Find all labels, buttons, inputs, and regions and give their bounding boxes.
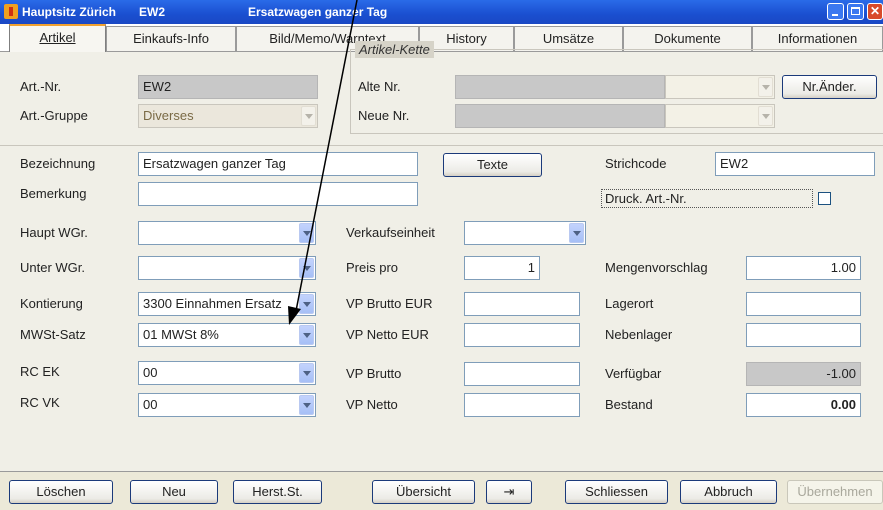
mwst-value: 01 MWSt 8% [143,327,219,342]
title-bar[interactable]: Hauptsitz Zürich EW2 Ersatzwagen ganzer … [0,0,883,24]
alte-nr-field [455,75,665,99]
neue-nr-select [665,104,775,128]
label-mwst-satz: MWSt-Satz [20,327,86,342]
mwst-satz-select[interactable]: 01 MWSt 8% [138,323,316,347]
label-vp-netto: VP Netto [346,397,398,412]
label-rc-vk: RC VK [20,395,60,410]
neu-button[interactable]: Neu [130,480,218,504]
label-druck-art-nr: Druck. Art.-Nr. [605,191,687,206]
art-gruppe-value: Diverses [143,108,194,123]
verkaufseinheit-select[interactable] [464,221,586,245]
label-alte-nr: Alte Nr. [358,79,401,94]
bemerkung-input[interactable] [138,182,418,206]
label-bezeichnung: Bezeichnung [20,156,96,171]
close-icon[interactable] [867,3,883,20]
artikel-kette-title: Artikel-Kette [355,41,434,58]
label-kontierung: Kontierung [20,296,83,311]
preis-pro-input[interactable]: 1 [464,256,540,280]
label-preis-pro: Preis pro [346,260,399,275]
neue-nr-field [455,104,665,128]
pin-button[interactable]: ⇥ [486,480,532,504]
bestand-field: 0.00 [746,393,861,417]
texte-button[interactable]: Texte [443,153,542,177]
label-verkaufseinheit: Verkaufseinheit [346,225,435,240]
chevron-down-icon [299,258,314,278]
label-rc-ek: RC EK [20,364,60,379]
title-location: Hauptsitz Zürich [22,5,117,19]
herst-st-button[interactable]: Herst.St. [233,480,322,504]
article-window: Artikel Einkaufs-Info Bild/Memo/Warntext… [0,24,883,510]
chevron-down-icon [299,223,314,243]
label-vp-brutto-eur: VP Brutto EUR [346,296,433,311]
vp-brutto-input[interactable] [464,362,580,386]
chevron-down-icon [299,294,314,314]
vp-brutto-eur-input[interactable] [464,292,580,316]
kontierung-select[interactable]: 3300 Einnahmen Ersatz [138,292,316,316]
mengenvorschlag-input[interactable]: 1.00 [746,256,861,280]
chevron-down-icon [299,363,314,383]
label-lagerort: Lagerort [605,296,654,311]
chevron-down-icon [301,106,316,126]
label-neue-nr: Neue Nr. [358,108,410,123]
art-gruppe-select: Diverses [138,104,318,128]
tab-strip: Artikel Einkaufs-Info Bild/Memo/Warntext… [0,24,883,52]
label-vp-brutto: VP Brutto [346,366,402,381]
rc-vk-select[interactable]: 00 [138,393,316,417]
chevron-down-icon [569,223,584,243]
label-haupt-wgr: Haupt WGr. [20,225,88,240]
verfuegbar-field: -1.00 [746,362,861,386]
tab-dokumente[interactable]: Dokumente [623,26,752,51]
art-nr-field: EW2 [138,75,318,99]
kontierung-value: 3300 Einnahmen Ersatz [143,296,282,311]
maximize-icon[interactable] [847,3,864,20]
label-strichcode: Strichcode [605,156,667,171]
title-article-number: EW2 [139,5,166,19]
label-vp-netto-eur: VP Netto EUR [346,327,429,342]
chevron-down-icon [758,77,773,97]
label-bemerkung: Bemerkung [20,186,87,201]
strichcode-input[interactable]: EW2 [715,152,875,176]
schliessen-button[interactable]: Schliessen [565,480,668,504]
loeschen-button[interactable]: Löschen [9,480,113,504]
rc-vk-value: 00 [143,397,158,412]
alte-nr-select [665,75,775,99]
app-icon [4,4,18,19]
minimize-icon[interactable] [827,3,844,20]
chevron-down-icon [299,325,314,345]
label-bestand: Bestand [605,397,653,412]
unter-wgr-select[interactable] [138,256,316,280]
tab-umsaetze[interactable]: Umsätze [514,26,623,51]
tab-panel-artikel: Art.-Nr. EW2 Art.-Gruppe Diverses Artike… [0,41,883,472]
rc-ek-select[interactable]: 00 [138,361,316,385]
label-mengenvorschlag: Mengenvorschlag [605,260,708,275]
nr-aender-button[interactable]: Nr.Änder. [782,75,877,99]
chevron-down-icon [299,395,314,415]
abbruch-button[interactable]: Abbruch [680,480,777,504]
label-nebenlager: Nebenlager [605,327,673,342]
label-art-gruppe: Art.-Gruppe [20,108,88,123]
tab-informationen[interactable]: Informationen [752,26,883,51]
nebenlager-input[interactable] [746,323,861,347]
button-bar: Löschen Neu Herst.St. Übersicht ⇥ Schlie… [0,471,883,510]
tab-artikel[interactable]: Artikel [9,24,106,52]
uebernehmen-button: Übernehmen [787,480,883,504]
vp-netto-input[interactable] [464,393,580,417]
uebersicht-button[interactable]: Übersicht [372,480,475,504]
label-unter-wgr: Unter WGr. [20,260,86,275]
vp-netto-eur-input[interactable] [464,323,580,347]
rc-ek-value: 00 [143,365,158,380]
separator [0,145,883,146]
tab-einkaufs-info[interactable]: Einkaufs-Info [106,26,236,51]
tab-label: Artikel [39,30,76,45]
lagerort-input[interactable] [746,292,861,316]
chevron-down-icon [758,106,773,126]
title-article-name: Ersatzwagen ganzer Tag [248,5,388,19]
haupt-wgr-select[interactable] [138,221,316,245]
label-verfuegbar: Verfügbar [605,366,662,381]
label-art-nr: Art.-Nr. [20,79,62,94]
druck-art-nr-checkbox[interactable] [818,192,831,205]
bezeichnung-input[interactable]: Ersatzwagen ganzer Tag [138,152,418,176]
